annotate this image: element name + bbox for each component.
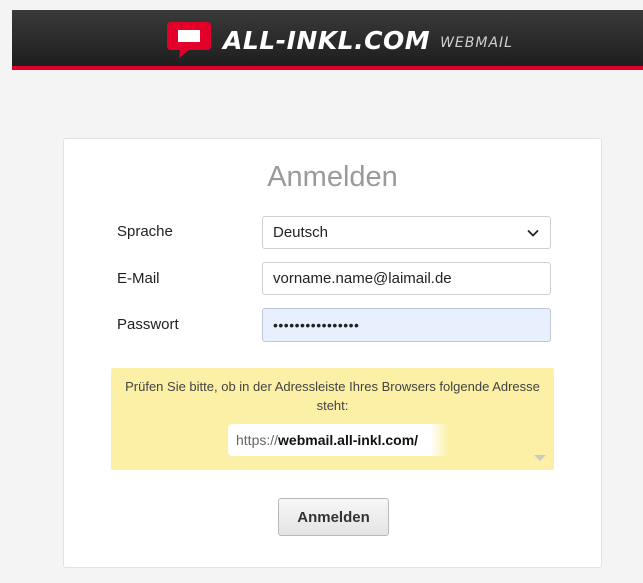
expected-url-host: webmail.all-inkl.com/ <box>278 432 419 448</box>
email-field[interactable]: vorname.name@laimail.de <box>262 262 551 295</box>
password-label: Passwort <box>117 316 179 333</box>
login-button[interactable]: Anmelden <box>278 498 389 536</box>
brand-logo[interactable]: ALL-INKL.COM WEBMAIL <box>167 22 513 58</box>
password-value: •••••••••••••••• <box>273 317 360 333</box>
language-selected-value: Deutsch <box>273 224 329 241</box>
brand-name: ALL-INKL.COM <box>223 25 431 55</box>
email-value: vorname.name@laimail.de <box>273 270 452 287</box>
notice-caret-icon <box>534 455 546 461</box>
all-inkl-logo-icon <box>167 22 211 58</box>
expected-url: https://webmail.all-inkl.com/ <box>228 424 448 456</box>
email-label: E-Mail <box>117 270 160 287</box>
product-name: WEBMAIL <box>440 35 513 51</box>
chevron-down-icon <box>526 226 540 240</box>
login-card: Anmelden Sprache Deutsch E-Mail vorname.… <box>63 138 602 568</box>
language-select[interactable]: Deutsch <box>262 216 551 249</box>
page-title: Anmelden <box>267 161 398 193</box>
password-field[interactable]: •••••••••••••••• <box>262 308 551 342</box>
header-bar: ALL-INKL.COM WEBMAIL <box>12 10 643 70</box>
language-label: Sprache <box>117 223 173 240</box>
expected-url-protocol: https:// <box>236 432 279 448</box>
url-notice-text: Prüfen Sie bitte, ob in der Adressleiste… <box>125 379 540 413</box>
url-notice: Prüfen Sie bitte, ob in der Adressleiste… <box>111 368 554 470</box>
